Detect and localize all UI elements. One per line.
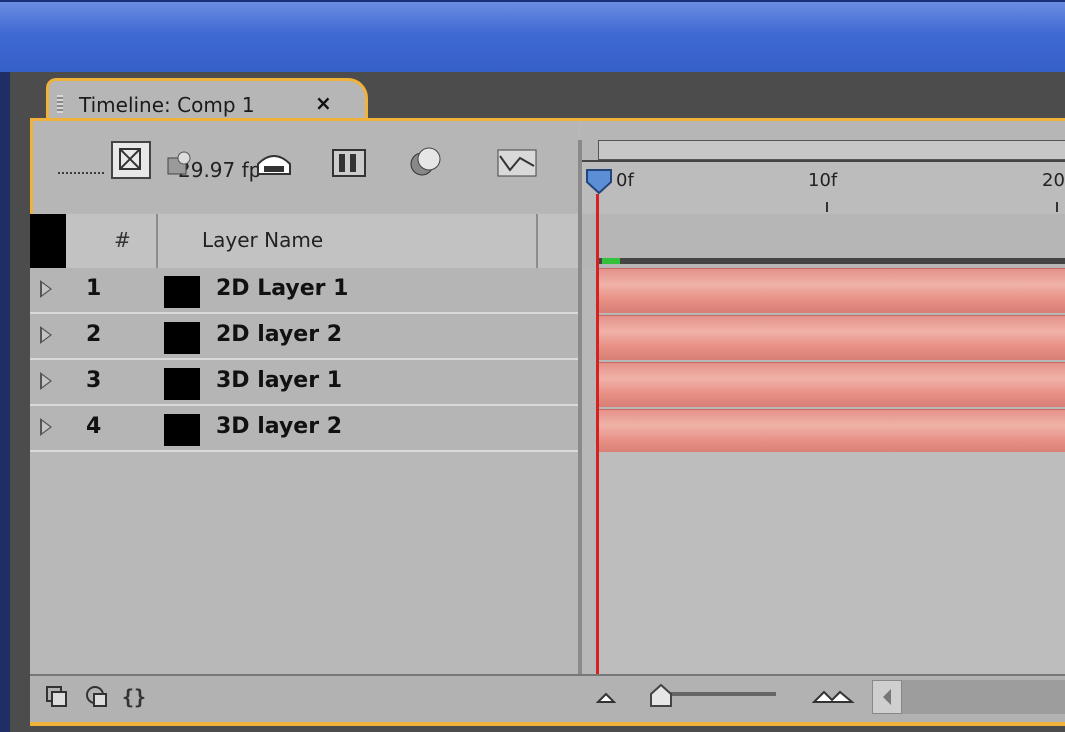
toggle-modes-icon[interactable]	[84, 684, 110, 708]
work-area-bar[interactable]	[598, 140, 1065, 160]
layer-color-swatch[interactable]	[164, 414, 200, 446]
expand-triangle-icon[interactable]	[40, 418, 52, 436]
panel-bottom-border	[30, 722, 1065, 726]
column-number-label[interactable]: #	[114, 228, 131, 252]
layer-duration-bar[interactable]	[598, 362, 1065, 407]
layer-duration-bar[interactable]	[598, 409, 1065, 454]
layer-color-swatch[interactable]	[164, 276, 200, 308]
motion-blur-icon[interactable]	[408, 144, 444, 180]
window-left-edge	[0, 72, 10, 732]
shy-icon[interactable]	[254, 146, 294, 180]
layer-number: 2	[86, 322, 102, 347]
zoom-in-icon[interactable]	[812, 686, 858, 706]
comp-icon[interactable]	[110, 140, 154, 182]
current-time-indicator[interactable]	[596, 194, 599, 674]
layer-duration-bar[interactable]	[598, 315, 1065, 360]
layer-name[interactable]: 2D Layer 1	[216, 276, 349, 301]
layer-name[interactable]: 3D layer 1	[216, 368, 342, 393]
ruler-tick	[826, 202, 828, 212]
layer-name[interactable]: 2D layer 2	[216, 322, 342, 347]
ruler-tick-label: 0f	[616, 170, 634, 191]
layer-color-swatch[interactable]	[164, 368, 200, 400]
scroll-left-button[interactable]	[872, 680, 902, 714]
layer-row[interactable]: 2 2D layer 2	[30, 314, 578, 360]
graph-editor-icon[interactable]	[494, 146, 540, 180]
column-divider[interactable]	[156, 214, 158, 268]
layer-number: 3	[86, 368, 102, 393]
ruler-tick-label: 10f	[808, 170, 838, 191]
layer-row[interactable]: 1 2D Layer 1	[30, 268, 578, 314]
layer-bars	[598, 268, 1065, 456]
braces-icon[interactable]: {}	[120, 684, 146, 708]
close-icon[interactable]: ×	[315, 91, 332, 115]
timeline-empty-area	[598, 452, 1065, 674]
horizontal-scrollbar[interactable]	[902, 680, 1065, 714]
expand-triangle-icon[interactable]	[40, 372, 52, 390]
zoom-slider-track[interactable]	[666, 692, 776, 696]
zoom-out-icon[interactable]	[596, 688, 616, 706]
layer-color-swatch[interactable]	[164, 322, 200, 354]
layer-row[interactable]: 3 3D layer 1	[30, 360, 578, 406]
ruler-tick-label: 20	[1042, 170, 1065, 191]
panel-splitter[interactable]	[578, 140, 582, 674]
column-name-label[interactable]: Layer Name	[202, 228, 323, 252]
layer-number: 1	[86, 276, 102, 301]
layer-name[interactable]: 3D layer 2	[216, 414, 342, 439]
layer-duration-bar[interactable]	[598, 268, 1065, 313]
layer-number: 4	[86, 414, 102, 439]
expand-triangle-icon[interactable]	[40, 326, 52, 344]
playhead-handle-icon[interactable]	[585, 168, 613, 194]
frame-blend-icon[interactable]	[330, 144, 370, 180]
zoom-slider-thumb[interactable]	[648, 682, 674, 708]
search-field-placeholder[interactable]	[58, 172, 104, 174]
work-area-marker	[602, 258, 620, 264]
toggle-switches-icon[interactable]	[44, 684, 70, 708]
svg-text:{}: {}	[122, 685, 146, 708]
ruler-tick	[1056, 202, 1058, 212]
column-divider[interactable]	[536, 214, 538, 268]
draft-3d-icon[interactable]	[164, 150, 194, 180]
work-area-line	[598, 258, 1065, 264]
tab-grip-icon[interactable]	[57, 95, 63, 113]
av-features-column[interactable]	[30, 214, 66, 268]
layer-list-empty-area	[30, 452, 578, 674]
column-header: # Layer Name	[30, 214, 578, 270]
expand-triangle-icon[interactable]	[40, 280, 52, 298]
window-titlebar	[0, 0, 1065, 74]
tab-title: Timeline: Comp 1	[79, 93, 255, 117]
layer-list: 1 2D Layer 1 2 2D layer 2 3 3D layer 1 4…	[30, 268, 578, 452]
layer-row[interactable]: 4 3D layer 2	[30, 406, 578, 452]
scroll-left-icon	[883, 689, 891, 705]
